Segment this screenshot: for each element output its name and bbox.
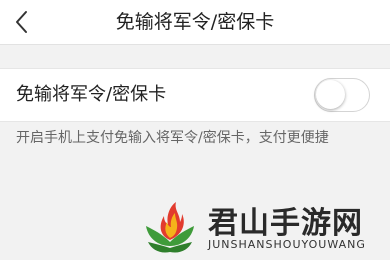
hint-text: 开启手机上支付免输入将军令/密保卡，支付更便捷 — [16, 130, 329, 146]
toggle-switch[interactable] — [314, 78, 370, 112]
navigation-bar: 免输将军令/密保卡 — [0, 0, 390, 45]
watermark: 君山手游网 JUNSHANSHOUYOUWANG — [140, 192, 390, 260]
setting-label: 免输将军令/密保卡 — [16, 84, 167, 105]
watermark-title: 君山手游网 — [208, 206, 363, 241]
chevron-left-icon — [16, 11, 27, 33]
page-title: 免输将军令/密保卡 — [115, 11, 275, 33]
back-button[interactable] — [6, 6, 38, 38]
setting-row-token-card: 免输将军令/密保卡 — [0, 68, 390, 122]
screen: 免输将军令/密保卡 免输将军令/密保卡 开启手机上支付免输入将军令/密保卡，支付… — [0, 0, 390, 260]
watermark-subtitle: JUNSHANSHOUYOUWANG — [208, 238, 366, 251]
flame-leaf-logo — [146, 202, 194, 253]
toggle-knob — [316, 80, 345, 109]
